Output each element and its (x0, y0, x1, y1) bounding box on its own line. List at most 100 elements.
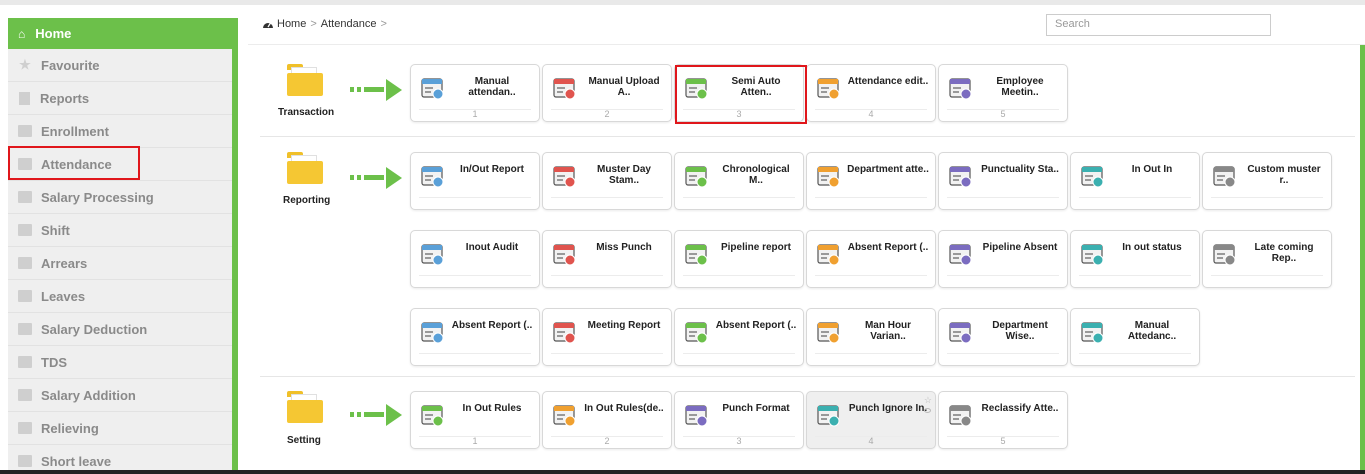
module-card[interactable]: Absent Report (.. (410, 308, 540, 366)
module-card-title: Punctuality Sta.. (981, 164, 1059, 175)
sidebar-item-tds[interactable]: TDS (8, 346, 232, 379)
section-divider (260, 136, 1355, 137)
module-card[interactable]: Manual Attedanc.. (1070, 308, 1200, 366)
card-divider (419, 197, 531, 198)
module-card[interactable]: Man Hour Varian.. (806, 308, 936, 366)
sidebar-item-shift[interactable]: Shift (8, 214, 232, 247)
hourglass-chart-icon (683, 162, 711, 190)
sidebar-item-favourite[interactable]: ★ Favourite (8, 49, 232, 82)
module-card[interactable]: Punch Format 3 (674, 391, 804, 449)
card-divider (551, 275, 663, 276)
calendar-grid-icon (419, 318, 447, 346)
card-divider (947, 197, 1059, 198)
pipeline-icon (683, 240, 711, 268)
module-card-number: 2 (604, 109, 610, 119)
sidebar-item-enrollment[interactable]: Enrollment (8, 115, 232, 148)
module-card[interactable]: Chronological M.. (674, 152, 804, 210)
module-card-title: Manual attendan.. (468, 76, 516, 98)
sidebar: ⌂ Home ★ Favourite Reports Enrollment At… (8, 18, 238, 474)
card-divider (1079, 353, 1191, 354)
folder-icon (287, 64, 323, 96)
section-label-setting: Setting (287, 435, 321, 446)
meeting-icon (947, 74, 975, 102)
module-card[interactable]: Reclassify Atte.. 5 (938, 391, 1068, 449)
sidebar-item-arrears[interactable]: Arrears (8, 247, 232, 280)
module-card[interactable]: Inout Audit (410, 230, 540, 288)
module-card[interactable]: Punctuality Sta.. (938, 152, 1068, 210)
module-card[interactable]: Absent Report (.. (674, 308, 804, 366)
sidebar-item-label: Salary Deduction (41, 321, 148, 337)
semi-auto-highlight-box (675, 65, 807, 124)
module-card-title: Absent Report (.. (715, 320, 797, 331)
csv-file-icon (683, 401, 711, 429)
module-card[interactable]: In Out In (1070, 152, 1200, 210)
module-card[interactable]: In out status (1070, 230, 1200, 288)
module-card[interactable]: In Out Rules 1 (410, 391, 540, 449)
breadcrumb: Home > Attendance > (262, 18, 391, 30)
module-card[interactable]: Custom muster r.. (1202, 152, 1332, 210)
folder-icon (18, 191, 32, 203)
sidebar-item-salary-addition[interactable]: Salary Addition (8, 379, 232, 412)
module-card[interactable]: Absent Report (.. (806, 230, 936, 288)
module-card[interactable]: Miss Punch (542, 230, 672, 288)
building-icon (551, 401, 579, 429)
module-card-title: Custom muster r.. (1247, 164, 1321, 186)
module-card[interactable]: Department atte.. (806, 152, 936, 210)
header-divider (248, 44, 1365, 45)
arrow-icon (350, 167, 402, 189)
sidebar-item-leaves[interactable]: Leaves (8, 280, 232, 313)
module-card-title: Inout Audit (465, 242, 519, 253)
sidebar-item-label: Enrollment (41, 123, 109, 139)
module-card-title: Department Wise.. (992, 320, 1048, 342)
search-input[interactable]: Search (1046, 14, 1271, 36)
module-card-title: Punch Ignore In. (848, 403, 928, 414)
sidebar-item-salary-processing[interactable]: Salary Processing (8, 181, 232, 214)
sidebar-item-label: TDS (41, 354, 67, 370)
module-card[interactable]: In Out Rules(de.. 2 (542, 391, 672, 449)
section-label-transaction: Transaction (278, 107, 335, 118)
module-card-number: 3 (736, 436, 742, 446)
module-card-title: Pipeline Absent (982, 242, 1058, 253)
module-card[interactable]: In/Out Report (410, 152, 540, 210)
module-card-title: Attendance edit.. (847, 76, 929, 87)
sidebar-item-salary-deduction[interactable]: Salary Deduction (8, 313, 232, 346)
chart-gears-icon (947, 318, 975, 346)
page: ⌂ Home ★ Favourite Reports Enrollment At… (0, 0, 1365, 474)
module-card[interactable]: Attendance edit.. 4 (806, 64, 936, 122)
module-card[interactable]: Muster Day Stam.. (542, 152, 672, 210)
card-divider (947, 275, 1059, 276)
report-list-icon (419, 162, 447, 190)
breadcrumb-home-link[interactable]: Home (277, 18, 306, 30)
folder-icon (18, 125, 32, 137)
clock-person-icon (815, 401, 843, 429)
folder-icon (18, 257, 32, 269)
module-card[interactable]: Late coming Rep.. (1202, 230, 1332, 288)
arrow-icon (350, 79, 402, 101)
module-card[interactable]: Manual attendan.. 1 (410, 64, 540, 122)
module-card[interactable]: Department Wise.. (938, 308, 1068, 366)
module-card[interactable]: Employee Meetin.. 5 (938, 64, 1068, 122)
sidebar-item-label: Short leave (41, 453, 112, 469)
breadcrumb-current[interactable]: Attendance (321, 18, 377, 30)
module-card-number: 1 (472, 109, 478, 119)
module-card[interactable]: Manual Upload A.. 2 (542, 64, 672, 122)
module-card-title: Man Hour Varian.. (864, 320, 912, 342)
module-card[interactable]: Pipeline report (674, 230, 804, 288)
person-podium-icon (947, 401, 975, 429)
module-card[interactable]: Meeting Report (542, 308, 672, 366)
sidebar-item-relieving[interactable]: Relieving (8, 412, 232, 445)
eye-icon[interactable] (924, 408, 931, 413)
sidebar-item-home[interactable]: ⌂ Home (8, 18, 232, 49)
module-card-title: Employee Meetin.. (996, 76, 1044, 98)
bottom-border (0, 470, 1365, 474)
arrow-icon (350, 404, 402, 426)
module-card-number: 4 (868, 109, 874, 119)
module-card[interactable]: Punch Ignore In. 4 ☆ (806, 391, 936, 449)
favourite-star-icon[interactable]: ☆ (924, 395, 932, 406)
card-divider (683, 353, 795, 354)
folder-icon (18, 290, 32, 302)
sidebar-item-reports[interactable]: Reports (8, 82, 232, 115)
module-card[interactable]: Pipeline Absent (938, 230, 1068, 288)
server-list-icon (815, 162, 843, 190)
folder-icon (18, 356, 32, 368)
